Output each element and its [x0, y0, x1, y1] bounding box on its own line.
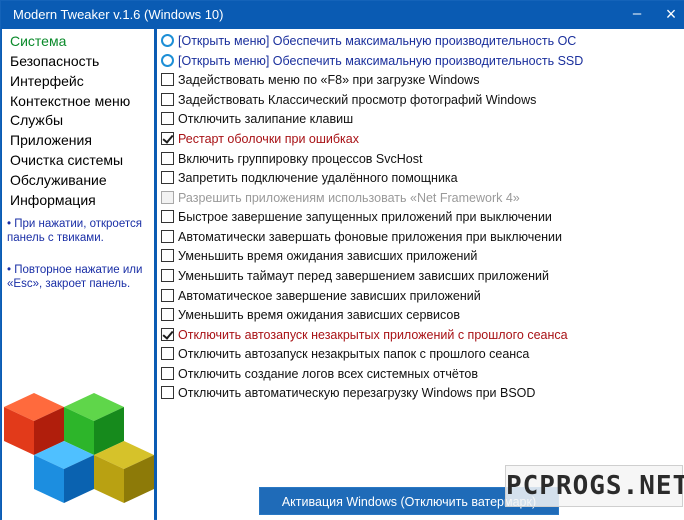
sidebar-hint-open: • При нажатии, откроется панель с твикам… — [7, 218, 142, 244]
sidebar-item-system[interactable]: Система — [10, 31, 66, 51]
option-row[interactable]: Уменьшить время ожидания зависших сервис… — [161, 305, 460, 324]
sidebar-item-apps[interactable]: Приложения — [10, 130, 92, 150]
sidebar-item-context-menu[interactable]: Контекстное меню — [10, 91, 130, 111]
sidebar: Система Безопасность Интерфейс Контекстн… — [2, 29, 154, 520]
checkbox[interactable] — [161, 230, 174, 243]
option-row[interactable]: Рестарт оболочки при ошибках — [161, 129, 359, 148]
option-label: Автоматическое завершение зависших прило… — [178, 288, 481, 303]
checkbox[interactable] — [161, 308, 174, 321]
title-bar[interactable]: Modern Tweaker v.1.6 (Windows 10) – × — [1, 1, 684, 29]
sidebar-item-interface[interactable]: Интерфейс — [10, 71, 84, 91]
option-label: Быстрое завершение запущенных приложений… — [178, 209, 552, 224]
sidebar-item-cleanup[interactable]: Очистка системы — [10, 150, 123, 170]
option-label: Запретить подключение удалённого помощни… — [178, 170, 458, 185]
watermark-logo: PCPROGS.NET — [505, 465, 684, 507]
radio-button[interactable] — [161, 34, 174, 47]
option-row[interactable]: [Открыть меню] Обеспечить максимальную п… — [161, 51, 583, 70]
radio-button[interactable] — [161, 54, 174, 67]
window-title: Modern Tweaker v.1.6 (Windows 10) — [13, 7, 224, 22]
checkbox[interactable] — [161, 171, 174, 184]
option-label: Включить группировку процессов SvcHost — [178, 151, 423, 166]
option-row[interactable]: Отключить залипание клавиш — [161, 109, 353, 128]
option-label: Отключить залипание клавиш — [178, 111, 354, 126]
option-label: [Открыть меню] Обеспечить максимальную п… — [178, 33, 577, 48]
sidebar-item-services[interactable]: Службы — [10, 110, 63, 130]
option-row[interactable]: Отключить автозапуск незакрытых приложен… — [161, 325, 568, 344]
option-label: Отключить автозапуск незакрытых приложен… — [178, 327, 568, 342]
checkbox[interactable] — [161, 112, 174, 125]
option-row[interactable]: Автоматически завершать фоновые приложен… — [161, 227, 562, 246]
checkbox[interactable] — [161, 386, 174, 399]
option-label: Уменьшить время ожидания зависших прилож… — [178, 248, 478, 263]
checkbox-checked[interactable] — [161, 328, 174, 341]
checkbox[interactable] — [161, 73, 174, 86]
checkbox[interactable] — [161, 249, 174, 262]
option-label: [Открыть меню] Обеспечить максимальную п… — [178, 53, 584, 68]
minimize-button[interactable]: – — [625, 3, 649, 25]
option-row[interactable]: Включить группировку процессов SvcHost — [161, 149, 422, 168]
checkbox[interactable] — [161, 210, 174, 223]
option-label: Разрешить приложениям использовать «Net … — [178, 190, 520, 205]
sidebar-item-info[interactable]: Информация — [10, 190, 96, 210]
sidebar-item-security[interactable]: Безопасность — [10, 51, 99, 71]
checkbox[interactable] — [161, 269, 174, 282]
option-row[interactable]: Отключить автозапуск незакрытых папок с … — [161, 344, 529, 363]
checkbox-disabled — [161, 191, 174, 204]
app-window: Modern Tweaker v.1.6 (Windows 10) – × Си… — [0, 0, 684, 520]
option-row[interactable]: Быстрое завершение запущенных приложений… — [161, 207, 552, 226]
option-row[interactable]: Отключить создание логов всех системных … — [161, 364, 478, 383]
option-label: Отключить автозапуск незакрытых папок с … — [178, 346, 530, 361]
option-label: Уменьшить таймаут перед завершением зави… — [178, 268, 549, 283]
checkbox[interactable] — [161, 93, 174, 106]
option-label: Отключить автоматическую перезагрузку Wi… — [178, 385, 536, 400]
option-row[interactable]: Уменьшить таймаут перед завершением зави… — [161, 266, 549, 285]
checkbox[interactable] — [161, 152, 174, 165]
option-label: Рестарт оболочки при ошибках — [178, 131, 359, 146]
option-label: Уменьшить время ожидания зависших сервис… — [178, 307, 461, 322]
option-row[interactable]: Задействовать Классический просмотр фото… — [161, 90, 536, 109]
app-logo-cubes — [4, 393, 154, 503]
option-row[interactable]: Автоматическое завершение зависших прило… — [161, 286, 481, 305]
checkbox-checked[interactable] — [161, 132, 174, 145]
option-label: Задействовать меню по «F8» при загрузке … — [178, 72, 480, 87]
option-row[interactable]: Уменьшить время ожидания зависших прилож… — [161, 246, 477, 265]
close-button[interactable]: × — [659, 3, 683, 25]
checkbox[interactable] — [161, 367, 174, 380]
checkbox[interactable] — [161, 289, 174, 302]
tweaks-panel: [Открыть меню] Обеспечить максимальную п… — [157, 29, 684, 520]
option-label: Автоматически завершать фоновые приложен… — [178, 229, 563, 244]
checkbox[interactable] — [161, 347, 174, 360]
option-row[interactable]: Отключить автоматическую перезагрузку Wi… — [161, 383, 535, 402]
option-label: Отключить создание логов всех системных … — [178, 366, 479, 381]
option-row[interactable]: [Открыть меню] Обеспечить максимальную п… — [161, 31, 576, 50]
option-row[interactable]: Запретить подключение удалённого помощни… — [161, 168, 458, 187]
option-row[interactable]: Задействовать меню по «F8» при загрузке … — [161, 70, 479, 89]
sidebar-item-maintenance[interactable]: Обслуживание — [10, 170, 107, 190]
option-label: Задействовать Классический просмотр фото… — [178, 92, 537, 107]
option-row: Разрешить приложениям использовать «Net … — [161, 188, 520, 207]
sidebar-hint-close: • Повторное нажатие или «Esc», закроет п… — [7, 264, 143, 290]
